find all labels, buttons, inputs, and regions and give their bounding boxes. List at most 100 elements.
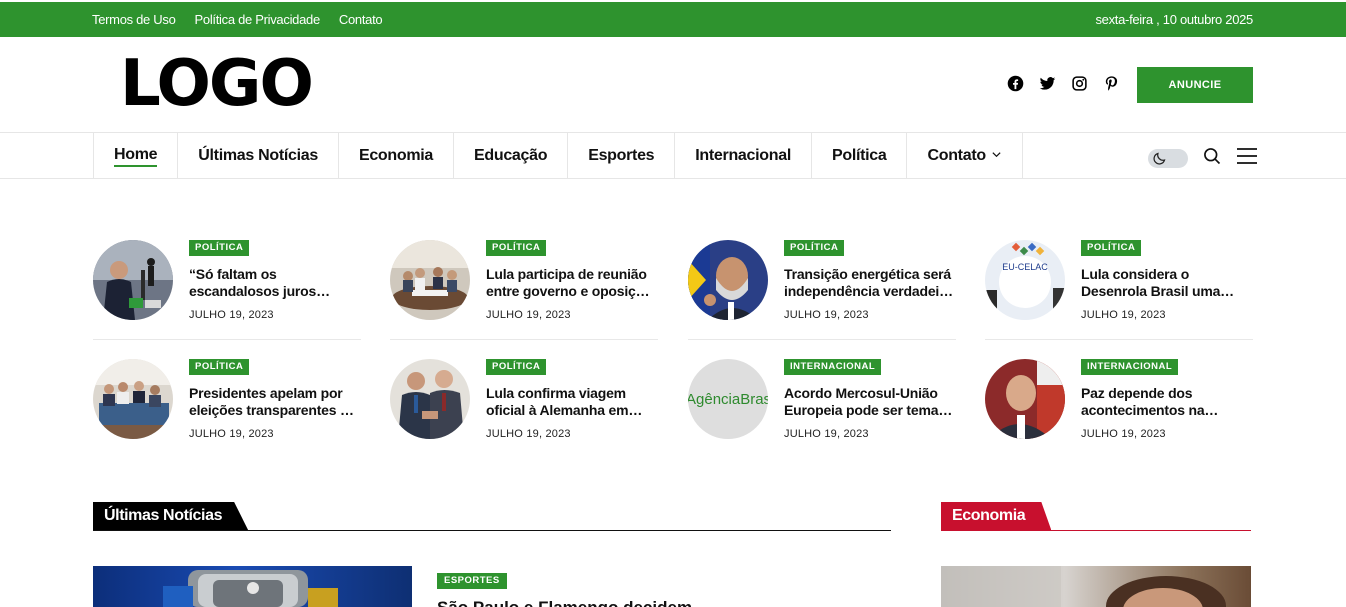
category-badge[interactable]: POLÍTICA [189,359,250,375]
nav-item-label: Educação [474,147,548,164]
post-thumbnail[interactable] [93,240,173,320]
post-card[interactable]: POLÍTICA Lula confirma viagem oficial à A… [390,359,658,462]
post-title-line: independência verdadei… [784,283,953,299]
nav-item-label: Internacional [695,147,791,164]
section-header-economy: Economia [941,502,1251,531]
divider [390,339,658,340]
post-title[interactable]: Transição energética será independência v… [784,266,954,300]
nav-item-politics[interactable]: Política [812,133,908,179]
post-title-line: Presidentes apelam por [189,385,343,401]
post-date: JULHO 19, 2023 [784,428,869,440]
post-title-line: oficial à Alemanha em… [486,402,643,418]
featured-title[interactable]: São Paulo e Flamengo decidem [437,598,692,607]
moon-icon [1152,151,1167,166]
post-card[interactable]: POLÍTICA “Só faltam os escandalosos juros… [93,240,361,343]
post-title-line: Europeia pode ser tema… [784,402,953,418]
post-date: JULHO 19, 2023 [189,428,274,440]
main-nav: Home Últimas Notícias Economia Educação … [0,132,1346,179]
pinterest-icon[interactable] [1103,75,1120,92]
post-date: JULHO 19, 2023 [189,309,274,321]
nav-menu: Home Últimas Notícias Economia Educação … [93,133,1023,179]
top-bar: Termos de Uso Política de Privacidade Co… [0,2,1346,37]
chevron-down-icon [991,149,1002,163]
social-links [1007,75,1120,92]
post-thumbnail[interactable]: AgênciaBrasil [688,359,768,439]
search-icon[interactable] [1202,146,1222,171]
post-title[interactable]: Paz depende dos acontecimentos na… [1081,385,1251,419]
nav-item-label: Economia [358,147,434,164]
post-title[interactable]: Presidentes apelam por eleições transpare… [189,385,359,419]
post-thumbnail[interactable] [985,359,1065,439]
post-thumbnail[interactable] [390,359,470,439]
post-card[interactable]: AgênciaBrasil INTERNACIONAL Acordo Merco… [688,359,956,462]
divider [688,339,956,340]
twitter-icon[interactable] [1039,75,1056,92]
nav-item-label: Contato [927,147,986,164]
post-thumbnail[interactable]: EU-CELAC [985,240,1065,320]
nav-item-economy[interactable]: Economia [339,133,455,179]
post-card[interactable]: POLÍTICA Presidentes apelam por eleições … [93,359,361,462]
category-badge[interactable]: POLÍTICA [189,240,250,256]
post-title-line: escandalosos juros… [189,283,330,299]
nav-item-contact[interactable]: Contato [907,133,1023,179]
nav-item-sports[interactable]: Esportes [568,133,676,179]
nav-tools [1148,146,1258,171]
nav-item-international[interactable]: Internacional [675,133,812,179]
post-title-line: Lula participa de reunião [486,266,647,282]
nav-item-label: Home [114,146,158,167]
advertise-button[interactable]: ANUNCIE [1137,67,1253,103]
site-logo[interactable]: LOGO [120,52,314,116]
nav-item-latest[interactable]: Últimas Notícias [178,133,339,179]
category-badge[interactable]: POLÍTICA [486,240,547,256]
nav-item-label: Política [831,147,887,164]
featured-image[interactable] [93,566,412,607]
post-thumbnail[interactable] [688,240,768,320]
post-title-line: Transição energética será [784,266,951,282]
economy-featured-image[interactable] [941,566,1251,607]
category-badge[interactable]: INTERNACIONAL [1081,359,1179,375]
post-title[interactable]: Lula considera o Desenrola Brasil uma… [1081,266,1251,300]
instagram-icon[interactable] [1071,75,1088,92]
facebook-icon[interactable] [1007,75,1024,92]
post-title-line: entre governo e oposiçã… [486,283,656,299]
category-badge[interactable]: POLÍTICA [784,240,845,256]
category-badge[interactable]: ESPORTES [437,573,507,589]
post-title-line: Acordo Mercosul-União [784,385,938,401]
post-title[interactable]: Lula participa de reunião entre governo e… [486,266,656,300]
contact-link[interactable]: Contato [339,12,383,27]
post-title-line: Lula confirma viagem [486,385,626,401]
terms-link[interactable]: Termos de Uso [92,12,176,27]
post-date: JULHO 19, 2023 [486,428,571,440]
post-title[interactable]: Acordo Mercosul-União Europeia pode ser t… [784,385,954,419]
menu-icon[interactable] [1236,146,1258,171]
post-card[interactable]: POLÍTICA Lula participa de reunião entre … [390,240,658,343]
post-title-line: “Só faltam os [189,266,277,282]
nav-item-education[interactable]: Educação [454,133,569,179]
post-title-line: Desenrola Brasil uma… [1081,283,1234,299]
divider [985,339,1253,340]
post-date: JULHO 19, 2023 [1081,309,1166,321]
category-badge[interactable]: POLÍTICA [1081,240,1142,256]
post-card[interactable]: INTERNACIONAL Paz depende dos acontecimen… [985,359,1253,462]
privacy-link[interactable]: Política de Privacidade [195,12,321,27]
post-title-line: Lula considera o [1081,266,1190,282]
current-date: sexta-feira , 10 outubro 2025 [1095,12,1253,27]
post-card[interactable]: EU-CELAC POLÍTICA Lula considera o Desenr… [985,240,1253,343]
category-badge[interactable]: INTERNACIONAL [784,359,882,375]
post-title[interactable]: “Só faltam os escandalosos juros… [189,266,359,300]
section-title[interactable]: Economia [941,502,1052,530]
dark-mode-toggle[interactable] [1148,149,1188,168]
category-badge[interactable]: POLÍTICA [486,359,547,375]
section-rule [93,530,891,531]
divider [93,339,361,340]
nav-item-home[interactable]: Home [94,133,179,179]
post-title-line: eleições transparentes … [189,402,354,418]
post-date: JULHO 19, 2023 [1081,428,1166,440]
section-title[interactable]: Últimas Notícias [93,502,249,530]
post-title[interactable]: Lula confirma viagem oficial à Alemanha e… [486,385,656,419]
post-thumbnail[interactable] [93,359,173,439]
post-thumbnail[interactable] [390,240,470,320]
post-card[interactable]: POLÍTICA Transição energética será indepe… [688,240,956,343]
eu-celac-text: EU-CELAC [1002,262,1048,272]
post-title-line: acontecimentos na… [1081,402,1219,418]
